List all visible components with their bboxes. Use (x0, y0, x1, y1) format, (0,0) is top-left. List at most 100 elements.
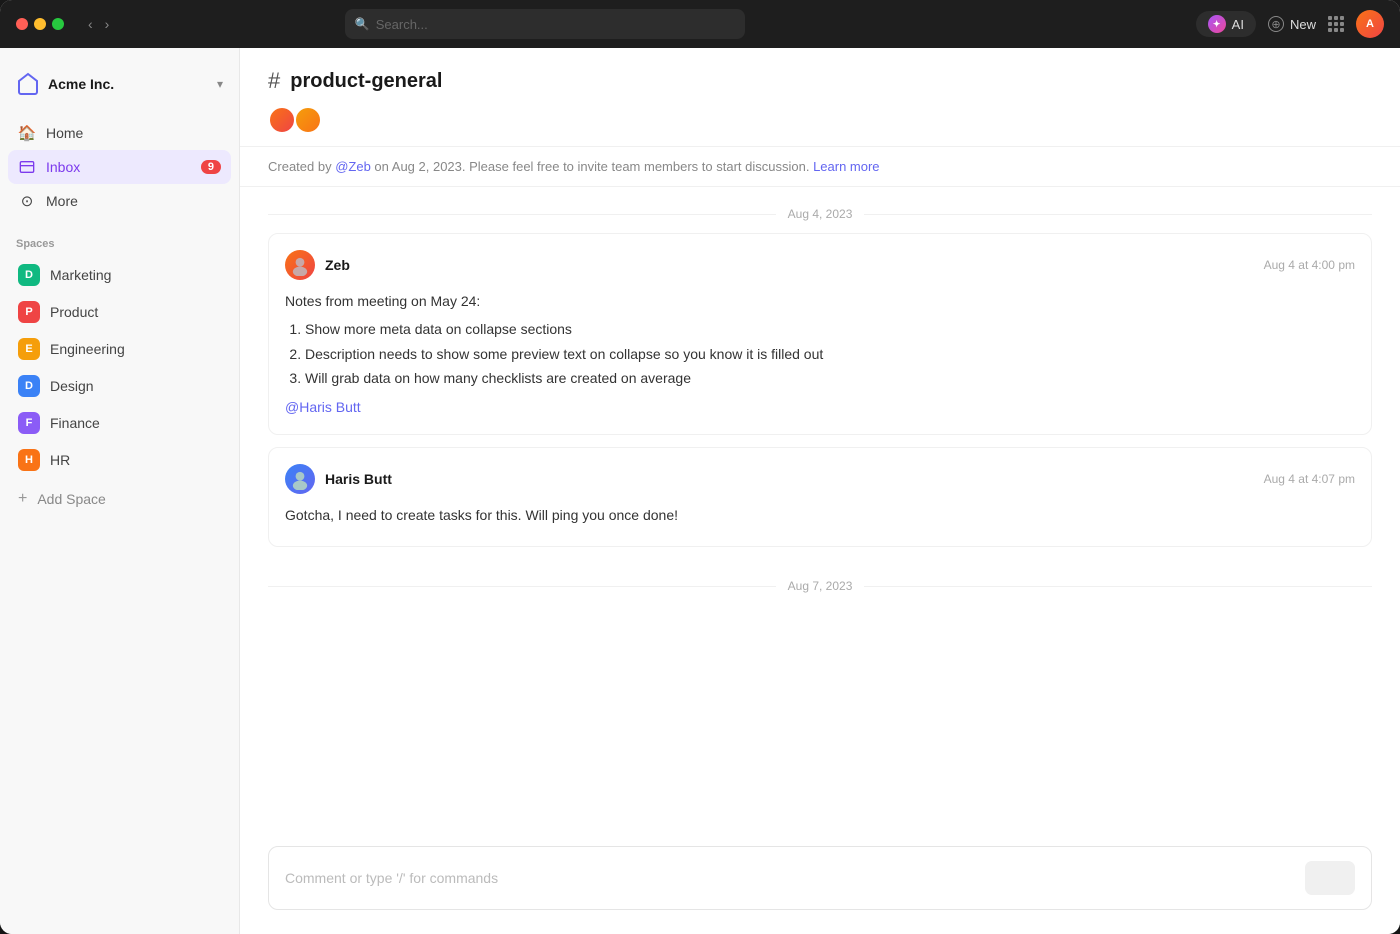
plus-icon: + (18, 490, 27, 508)
space-label-design: Design (50, 378, 94, 394)
message-author: Zeb (285, 250, 350, 280)
grid-dot (1328, 16, 1332, 20)
message-card-1: Zeb Aug 4 at 4:00 pm Notes from meeting … (268, 233, 1372, 435)
date-divider-2: Aug 7, 2023 (268, 559, 1372, 605)
grid-dot (1334, 22, 1338, 26)
channel-title-row: # product-general (268, 68, 1372, 94)
grid-dot (1328, 28, 1332, 32)
search-input[interactable] (376, 17, 735, 32)
date-divider-1: Aug 4, 2023 (268, 187, 1372, 233)
message-card-2: Haris Butt Aug 4 at 4:07 pm Gotcha, I ne… (268, 447, 1372, 547)
space-icon-design: D (18, 375, 40, 397)
grid-dot (1340, 16, 1344, 20)
author-avatar-zeb (285, 250, 315, 280)
fullscreen-button[interactable] (52, 18, 64, 30)
sidebar-item-inbox[interactable]: Inbox 9 (8, 150, 231, 184)
main-layout: Acme Inc. ▾ 🏠 Home Inbox 9 ⊙ More (0, 48, 1400, 934)
comment-area (240, 830, 1400, 934)
creator-mention[interactable]: @Zeb (335, 159, 371, 174)
message-time-2: Aug 4 at 4:07 pm (1264, 472, 1355, 486)
user-avatar[interactable]: A (1356, 10, 1384, 38)
comment-box (268, 846, 1372, 910)
author-name-zeb: Zeb (325, 257, 350, 273)
add-space-label: Add Space (37, 491, 106, 507)
channel-description: Created by @Zeb on Aug 2, 2023. Please f… (240, 147, 1400, 187)
ai-icon: ✦ (1208, 15, 1226, 33)
send-button[interactable] (1305, 861, 1355, 895)
search-icon: 🔍 (355, 17, 370, 31)
space-label-marketing: Marketing (50, 267, 111, 283)
member-avatar-1[interactable] (268, 106, 296, 134)
space-icon-product: P (18, 301, 40, 323)
date-label: Aug 4, 2023 (788, 207, 853, 221)
more-icon: ⊙ (18, 192, 36, 210)
message-text: Gotcha, I need to create tasks for this.… (285, 504, 1355, 526)
sidebar-item-marketing[interactable]: D Marketing (8, 257, 231, 293)
sidebar-item-label: More (46, 193, 78, 209)
channel-name: product-general (290, 70, 442, 93)
workspace-header[interactable]: Acme Inc. ▾ (0, 64, 239, 112)
space-label-hr: HR (50, 452, 70, 468)
sidebar-item-finance[interactable]: F Finance (8, 405, 231, 441)
add-space-button[interactable]: + Add Space (0, 483, 239, 515)
list-item: Description needs to show some preview t… (305, 343, 1355, 365)
hash-icon: # (268, 68, 280, 94)
titlebar-right: ✦ AI ⊕ New A (1196, 10, 1384, 38)
message-intro: Notes from meeting on May 24: (285, 290, 1355, 312)
forward-arrow[interactable]: › (101, 14, 114, 34)
new-icon: ⊕ (1268, 16, 1284, 32)
new-button[interactable]: ⊕ New (1268, 16, 1316, 32)
space-icon-hr: H (18, 449, 40, 471)
workspace-chevron-icon: ▾ (217, 77, 223, 91)
minimize-button[interactable] (34, 18, 46, 30)
space-label-product: Product (50, 304, 98, 320)
sidebar-item-product[interactable]: P Product (8, 294, 231, 330)
sidebar-item-more[interactable]: ⊙ More (8, 184, 231, 218)
titlebar: ‹ › 🔍 ✦ AI ⊕ New (0, 0, 1400, 48)
sidebar: Acme Inc. ▾ 🏠 Home Inbox 9 ⊙ More (0, 48, 240, 934)
date-label: Aug 7, 2023 (788, 579, 853, 593)
message-body-2: Gotcha, I need to create tasks for this.… (285, 504, 1355, 526)
sidebar-item-engineering[interactable]: E Engineering (8, 331, 231, 367)
message-header: Haris Butt Aug 4 at 4:07 pm (285, 464, 1355, 494)
grid-dot (1340, 22, 1344, 26)
author-name-haris: Haris Butt (325, 471, 392, 487)
grid-dot (1340, 28, 1344, 32)
spaces-section-label: Spaces (0, 222, 239, 256)
traffic-lights (16, 18, 64, 30)
description-suffix: on Aug 2, 2023. Please feel free to invi… (371, 159, 810, 174)
grid-dot (1334, 16, 1338, 20)
space-icon-finance: F (18, 412, 40, 434)
inbox-icon (18, 158, 36, 176)
sidebar-item-label: Inbox (46, 159, 80, 175)
new-label: New (1290, 17, 1316, 32)
back-arrow[interactable]: ‹ (84, 14, 97, 34)
message-header: Zeb Aug 4 at 4:00 pm (285, 250, 1355, 280)
nav-arrows: ‹ › (84, 14, 113, 34)
ai-button[interactable]: ✦ AI (1196, 11, 1256, 37)
message-author: Haris Butt (285, 464, 392, 494)
grid-icon[interactable] (1328, 16, 1344, 32)
workspace-logo-icon (16, 72, 40, 96)
channel-header: # product-general (240, 48, 1400, 147)
sidebar-item-home[interactable]: 🏠 Home (8, 116, 231, 150)
message-list: Show more meta data on collapse sections… (285, 318, 1355, 389)
space-label-finance: Finance (50, 415, 100, 431)
message-mention[interactable]: @Haris Butt (285, 399, 361, 415)
author-avatar-haris (285, 464, 315, 494)
comment-input[interactable] (285, 870, 1305, 886)
space-label-engineering: Engineering (50, 341, 125, 357)
channel-members (268, 106, 1372, 134)
grid-dot (1328, 22, 1332, 26)
close-button[interactable] (16, 18, 28, 30)
search-bar[interactable]: 🔍 (345, 9, 745, 39)
space-icon-engineering: E (18, 338, 40, 360)
sidebar-item-hr[interactable]: H HR (8, 442, 231, 478)
grid-dot (1334, 28, 1338, 32)
workspace-name: Acme Inc. (48, 76, 114, 92)
home-icon: 🏠 (18, 124, 36, 142)
list-item: Show more meta data on collapse sections (305, 318, 1355, 340)
learn-more-link[interactable]: Learn more (813, 159, 879, 174)
sidebar-item-design[interactable]: D Design (8, 368, 231, 404)
member-avatar-2[interactable] (294, 106, 322, 134)
